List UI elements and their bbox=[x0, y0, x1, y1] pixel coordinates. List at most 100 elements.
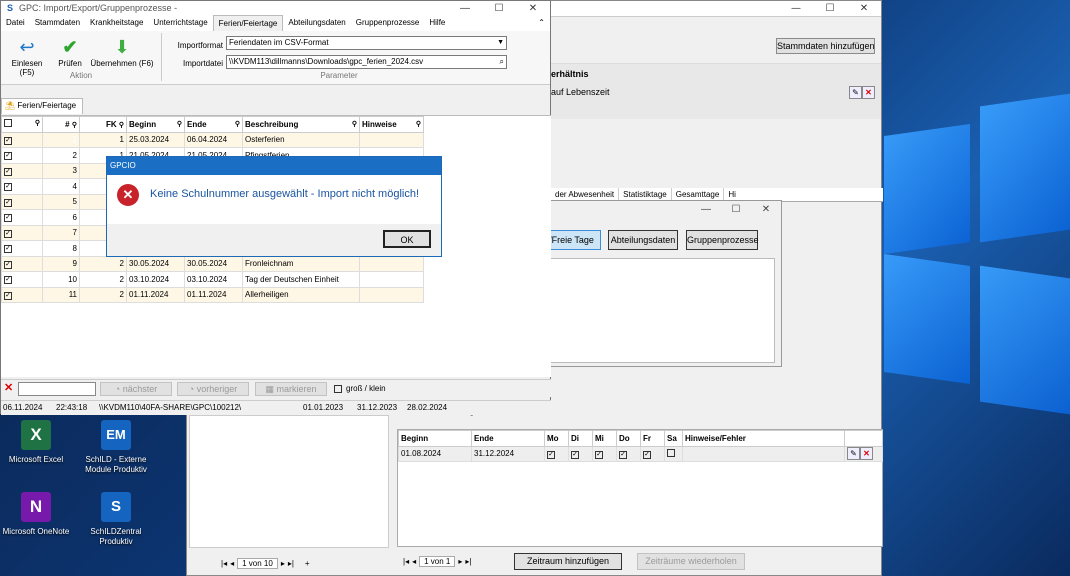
page-indicator[interactable]: 1 von 1 bbox=[419, 555, 456, 567]
checkbox-mo[interactable]: ✓ bbox=[544, 445, 569, 462]
maximize-icon[interactable]: ☐ bbox=[813, 1, 847, 16]
cell-number[interactable]: 8 bbox=[42, 240, 80, 257]
minimize-icon[interactable]: — bbox=[691, 201, 721, 219]
cell-checkbox[interactable]: ✓ bbox=[1, 224, 43, 241]
close-icon[interactable]: ✕ bbox=[516, 3, 550, 14]
cell-begin[interactable]: 25.03.2024 bbox=[126, 131, 185, 148]
row-checkbox[interactable]: ✓ bbox=[4, 260, 12, 269]
cell-fk[interactable]: 2 bbox=[79, 271, 127, 288]
add-record-icon[interactable]: + bbox=[305, 559, 310, 568]
menu-ferien-feiertage[interactable]: Ferien/Feiertage bbox=[212, 14, 284, 32]
delete-icon[interactable]: ✕ bbox=[860, 447, 873, 461]
row-checkbox[interactable]: ✓ bbox=[4, 214, 12, 223]
table-row[interactable]: ✓ 10 2 03.10.2024 03.10.2024 Tag der Deutsche… bbox=[1, 271, 424, 288]
search-input[interactable] bbox=[18, 382, 96, 396]
cell-description[interactable]: Osterferien bbox=[242, 131, 360, 148]
checkbox-mi[interactable]: ✓ bbox=[592, 445, 617, 462]
col-checkbox[interactable]: ⚲ bbox=[1, 116, 43, 133]
filter-icon[interactable]: ⚲ bbox=[416, 120, 421, 128]
apply-button[interactable]: ⬇ Übernehmen (F6) bbox=[90, 35, 154, 68]
next-button[interactable]: ◔ nächster bbox=[100, 382, 172, 396]
cell-number[interactable]: 6 bbox=[42, 209, 80, 226]
cell-begin[interactable]: 01.08.2024 bbox=[398, 445, 472, 462]
cell-fk[interactable]: 2 bbox=[79, 255, 127, 272]
checkbox-fr[interactable]: ✓ bbox=[640, 445, 665, 462]
cell-description[interactable]: Fronleichnam bbox=[242, 255, 360, 272]
cell-number[interactable]: 2 bbox=[42, 147, 80, 164]
row-checkbox[interactable]: ✓ bbox=[4, 136, 12, 145]
tab-ferien-feiertage[interactable]: ⛱ Ferien/Feiertage bbox=[1, 98, 83, 114]
clear-search-icon[interactable]: ✕ bbox=[4, 383, 13, 394]
cell-begin[interactable]: 01.11.2024 bbox=[126, 286, 185, 303]
first-page-icon[interactable]: |◂ bbox=[403, 557, 409, 566]
prev-page-icon[interactable]: ◂ bbox=[230, 559, 234, 568]
cell-number[interactable]: 4 bbox=[42, 178, 80, 195]
cell-end[interactable]: 06.04.2024 bbox=[184, 131, 243, 148]
cell-begin[interactable]: 03.10.2024 bbox=[126, 271, 185, 288]
desktop-icon-onenote[interactable]: N Microsoft OneNote bbox=[0, 492, 72, 537]
next-page-icon[interactable]: ▸ bbox=[458, 557, 462, 566]
menu-stammdaten[interactable]: Stammdaten bbox=[30, 15, 85, 31]
col-number[interactable]: # ⚲ bbox=[42, 116, 80, 133]
checkbox-do[interactable]: ✓ bbox=[616, 445, 641, 462]
mark-button[interactable]: ▦ markieren bbox=[255, 382, 327, 396]
cell-number[interactable]: 9 bbox=[42, 255, 80, 272]
close-icon[interactable]: ✕ bbox=[847, 1, 881, 16]
menu-krankheitstage[interactable]: Krankheitstage bbox=[85, 15, 148, 31]
collapse-ribbon-icon[interactable]: ⌃ bbox=[533, 15, 550, 31]
add-master-data-button[interactable]: Stammdaten hinzufügen bbox=[776, 38, 875, 54]
case-sensitive-checkbox[interactable] bbox=[334, 385, 342, 393]
previous-button[interactable]: ◔ vorheriger bbox=[177, 382, 249, 396]
filter-icon[interactable]: ⚲ bbox=[177, 120, 182, 128]
cell-fk[interactable]: 1 bbox=[79, 131, 127, 148]
table-row[interactable]: ✓ 1 1 25.03.2024 06.04.2024 Osterferien bbox=[1, 131, 424, 148]
departments-button[interactable]: Abteilungsdaten bbox=[608, 230, 678, 250]
cell-number[interactable]: 5 bbox=[42, 193, 80, 210]
row-checkbox[interactable]: ✓ bbox=[4, 245, 12, 254]
check-button[interactable]: ✔ Prüfen bbox=[55, 35, 85, 68]
ok-button[interactable]: OK bbox=[383, 230, 431, 248]
row-checkbox[interactable]: ✓ bbox=[4, 291, 12, 300]
menu-datei[interactable]: Datei bbox=[1, 15, 30, 31]
checkbox-di[interactable]: ✓ bbox=[568, 445, 593, 462]
row-checkbox[interactable]: ✓ bbox=[4, 198, 12, 207]
browse-folder-icon[interactable]: ⌕ bbox=[499, 56, 504, 68]
cell-number[interactable]: 10 bbox=[42, 271, 80, 288]
maximize-icon[interactable]: ☐ bbox=[482, 3, 516, 14]
cell-end[interactable]: 30.05.2024 bbox=[184, 255, 243, 272]
group-processes-button[interactable]: Gruppenprozesse bbox=[686, 230, 759, 250]
checkbox-icon[interactable] bbox=[4, 119, 12, 128]
import-file-input[interactable]: \\KVDM113\dillmanns\Downloads\gpc_ferien… bbox=[226, 55, 507, 69]
cell-checkbox[interactable]: ✓ bbox=[1, 193, 43, 210]
last-page-icon[interactable]: ▸| bbox=[288, 559, 294, 568]
minimize-icon[interactable]: — bbox=[779, 1, 813, 16]
cell-checkbox[interactable]: ✓ bbox=[1, 286, 43, 303]
cell-description[interactable]: Allerheiligen bbox=[242, 286, 360, 303]
row-checkbox[interactable]: ✓ bbox=[4, 183, 12, 192]
cell-end[interactable]: 03.10.2024 bbox=[184, 271, 243, 288]
cell-notes[interactable] bbox=[682, 445, 845, 462]
add-period-button[interactable]: Zeitraum hinzufügen bbox=[514, 553, 622, 570]
minimize-icon[interactable]: — bbox=[448, 3, 482, 14]
menu-gruppenprozesse[interactable]: Gruppenprozesse bbox=[351, 15, 425, 31]
row-checkbox[interactable]: ✓ bbox=[4, 229, 12, 238]
cell-checkbox[interactable]: ✓ bbox=[1, 255, 43, 272]
checkbox-sa[interactable] bbox=[664, 445, 683, 462]
desktop-icon-schild-em[interactable]: EM SchILD - Externe Module Produktiv bbox=[82, 420, 150, 475]
desktop-icon-excel[interactable]: X Microsoft Excel bbox=[4, 420, 68, 465]
menu-unterrichtstage[interactable]: Unterrichtstage bbox=[148, 15, 212, 31]
filter-icon[interactable]: ⚲ bbox=[72, 122, 77, 129]
edit-icon[interactable]: ✎ bbox=[847, 447, 860, 461]
last-page-icon[interactable]: ▸| bbox=[465, 557, 471, 566]
cell-number[interactable]: 3 bbox=[42, 162, 80, 179]
filter-icon[interactable]: ⚲ bbox=[35, 119, 40, 127]
prev-page-icon[interactable]: ◂ bbox=[412, 557, 416, 566]
cell-checkbox[interactable]: ✓ bbox=[1, 131, 43, 148]
next-page-icon[interactable]: ▸ bbox=[281, 559, 285, 568]
row-checkbox[interactable]: ✓ bbox=[4, 152, 12, 161]
import-format-select[interactable]: Feriendaten im CSV-Format ▼ bbox=[226, 36, 507, 50]
filter-icon[interactable]: ⚲ bbox=[119, 122, 124, 129]
filter-icon[interactable]: ⚲ bbox=[352, 120, 357, 128]
cell-checkbox[interactable]: ✓ bbox=[1, 147, 43, 164]
cell-checkbox[interactable]: ✓ bbox=[1, 162, 43, 179]
